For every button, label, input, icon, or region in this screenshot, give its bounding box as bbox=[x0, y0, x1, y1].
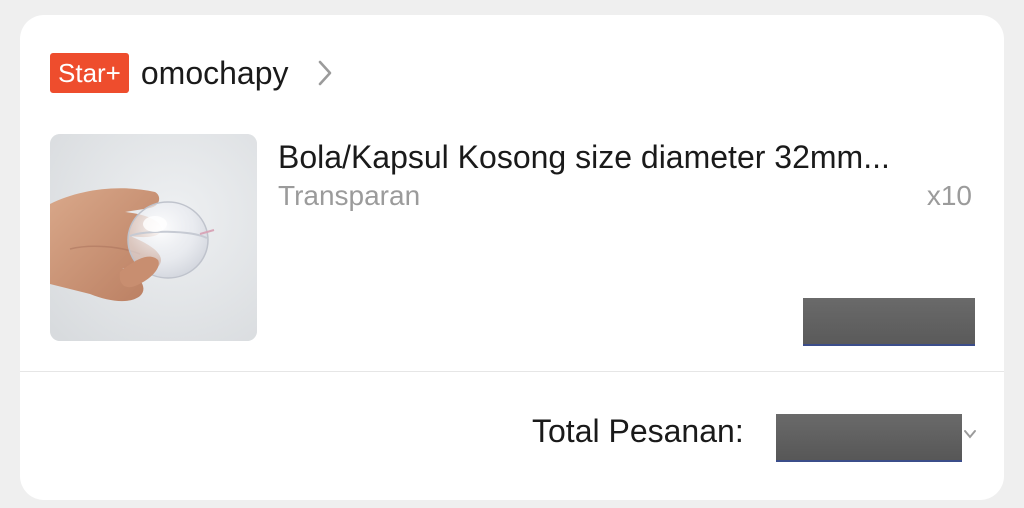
redacted-total-amount bbox=[776, 414, 962, 462]
product-variant: Transparan bbox=[278, 180, 421, 211]
product-title[interactable]: Bola/Kapsul Kosong size diameter 32mm... bbox=[278, 139, 890, 176]
order-total-label: Total Pesanan: bbox=[532, 413, 744, 449]
chevron-down-icon[interactable] bbox=[962, 423, 978, 447]
star-plus-badge: Star+ bbox=[50, 53, 129, 93]
redacted-price bbox=[803, 298, 975, 346]
chevron-right-icon[interactable] bbox=[315, 58, 335, 88]
shop-name[interactable]: omochapy bbox=[141, 55, 289, 92]
product-quantity: x10 bbox=[926, 180, 972, 211]
shop-header[interactable]: Star+ omochapy bbox=[50, 53, 335, 93]
order-card[interactable]: Star+ omochapy Bola/Kapsul Kosong size d… bbox=[20, 15, 1004, 500]
product-thumbnail[interactable] bbox=[50, 134, 257, 341]
product-photo-icon bbox=[50, 134, 257, 341]
divider bbox=[20, 371, 1004, 372]
